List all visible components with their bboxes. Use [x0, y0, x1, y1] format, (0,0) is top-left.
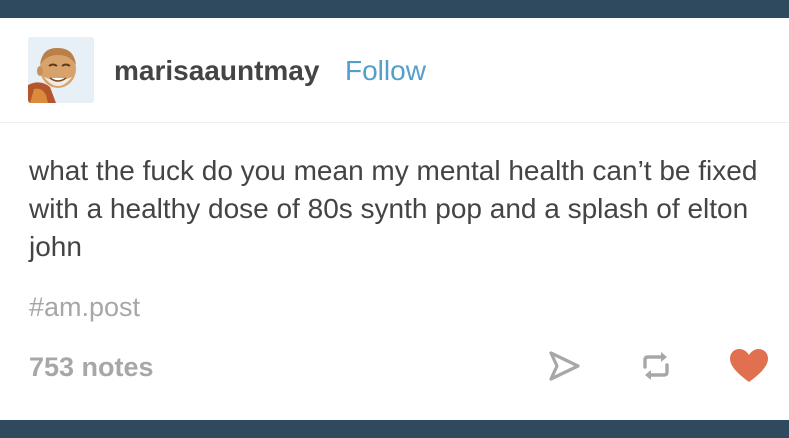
post-body-text: what the fuck do you mean my mental heal…: [29, 155, 758, 262]
share-button[interactable]: [542, 344, 586, 388]
top-frame-bar: [0, 0, 789, 18]
follow-button[interactable]: Follow: [345, 54, 426, 88]
heart-icon: [730, 349, 768, 382]
username[interactable]: marisaauntmay: [114, 54, 319, 88]
avatar-image: [28, 37, 94, 103]
paper-plane-icon: [549, 351, 580, 381]
post-tag[interactable]: #am.post: [29, 290, 140, 324]
reblog-button[interactable]: [634, 344, 678, 388]
reblog-icon: [643, 352, 669, 380]
like-button[interactable]: [727, 344, 771, 388]
post-card: marisaauntmay Follow what the fuck do yo…: [0, 18, 789, 420]
bottom-frame-bar: [0, 420, 789, 438]
post-header: marisaauntmay Follow: [0, 18, 789, 123]
notes-count[interactable]: 753 notes: [29, 350, 154, 384]
avatar[interactable]: [28, 37, 94, 103]
